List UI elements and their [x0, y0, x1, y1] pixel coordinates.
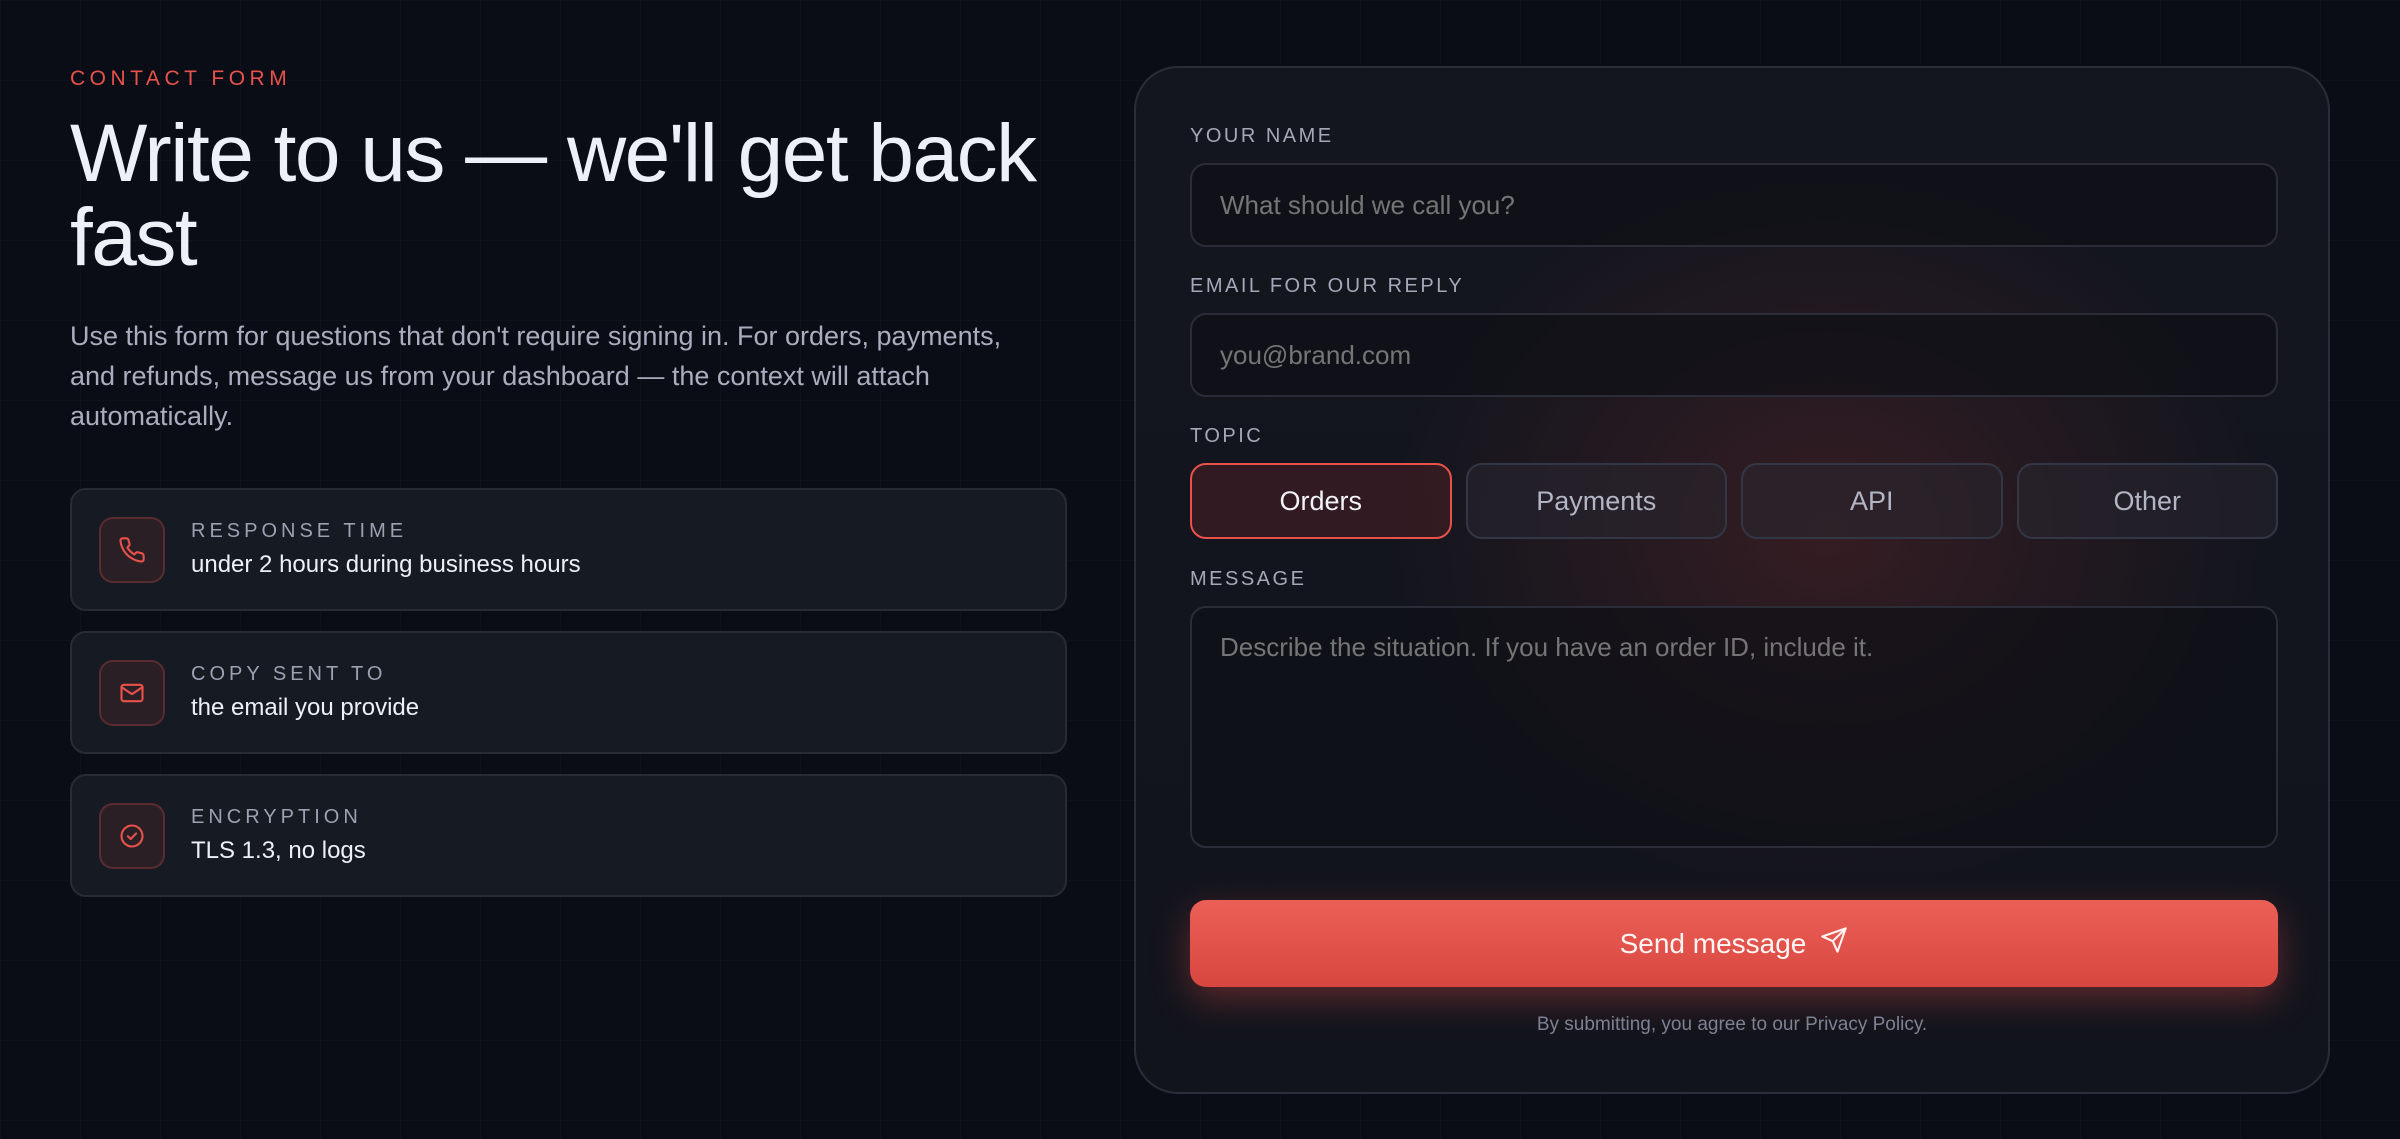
card-label: RESPONSE TIME [191, 519, 408, 542]
phone-icon [99, 516, 165, 583]
mail-icon [99, 659, 165, 726]
page-title: Write to us — we'll get back fast [70, 108, 1037, 283]
info-card-encryption: ENCRYPTION TLS 1.3, no logs [70, 774, 1067, 897]
topic-option-other[interactable]: Other [2016, 463, 2278, 539]
message-textarea[interactable] [1190, 606, 2278, 848]
name-input[interactable] [1190, 163, 2278, 247]
send-icon [1820, 926, 1848, 961]
info-card-response-time: RESPONSE TIME under 2 hours during busin… [70, 488, 1067, 611]
eyebrow-label: CONTACT FORM [70, 67, 292, 90]
intro-paragraph: Use this form for questions that don't r… [70, 321, 1002, 431]
email-input[interactable] [1190, 313, 2278, 397]
intro-section: CONTACT FORM Write to us — we'll get bac… [70, 66, 1067, 436]
topic-selector: Orders Payments API Other [1190, 463, 2278, 541]
send-button-label: Send message [1619, 927, 1807, 959]
send-message-button[interactable]: Send message [1190, 900, 2278, 987]
topic-option-orders[interactable]: Orders [1190, 463, 1452, 539]
message-label: MESSAGE [1190, 568, 1307, 590]
topic-option-api[interactable]: API [1741, 463, 2003, 539]
card-value: the email you provide [191, 693, 420, 721]
card-label: COPY SENT TO [191, 662, 387, 685]
contact-form-panel: YOUR NAME EMAIL FOR OUR REPLY TOPIC Orde… [1134, 66, 2330, 1094]
email-label: EMAIL FOR OUR REPLY [1190, 275, 1465, 297]
card-label: ENCRYPTION [191, 805, 362, 828]
card-value: under 2 hours during business hours [191, 550, 581, 578]
name-label: YOUR NAME [1190, 125, 1334, 147]
info-cards: RESPONSE TIME under 2 hours during busin… [70, 488, 1067, 917]
check-circle-icon [99, 802, 165, 869]
card-value: TLS 1.3, no logs [191, 836, 366, 864]
topic-label: TOPIC [1190, 425, 1264, 447]
privacy-notice: By submitting, you agree to our Privacy … [1536, 1014, 1928, 1035]
info-card-copy-sent-to: COPY SENT TO the email you provide [70, 631, 1067, 754]
topic-option-payments[interactable]: Payments [1465, 463, 1727, 539]
